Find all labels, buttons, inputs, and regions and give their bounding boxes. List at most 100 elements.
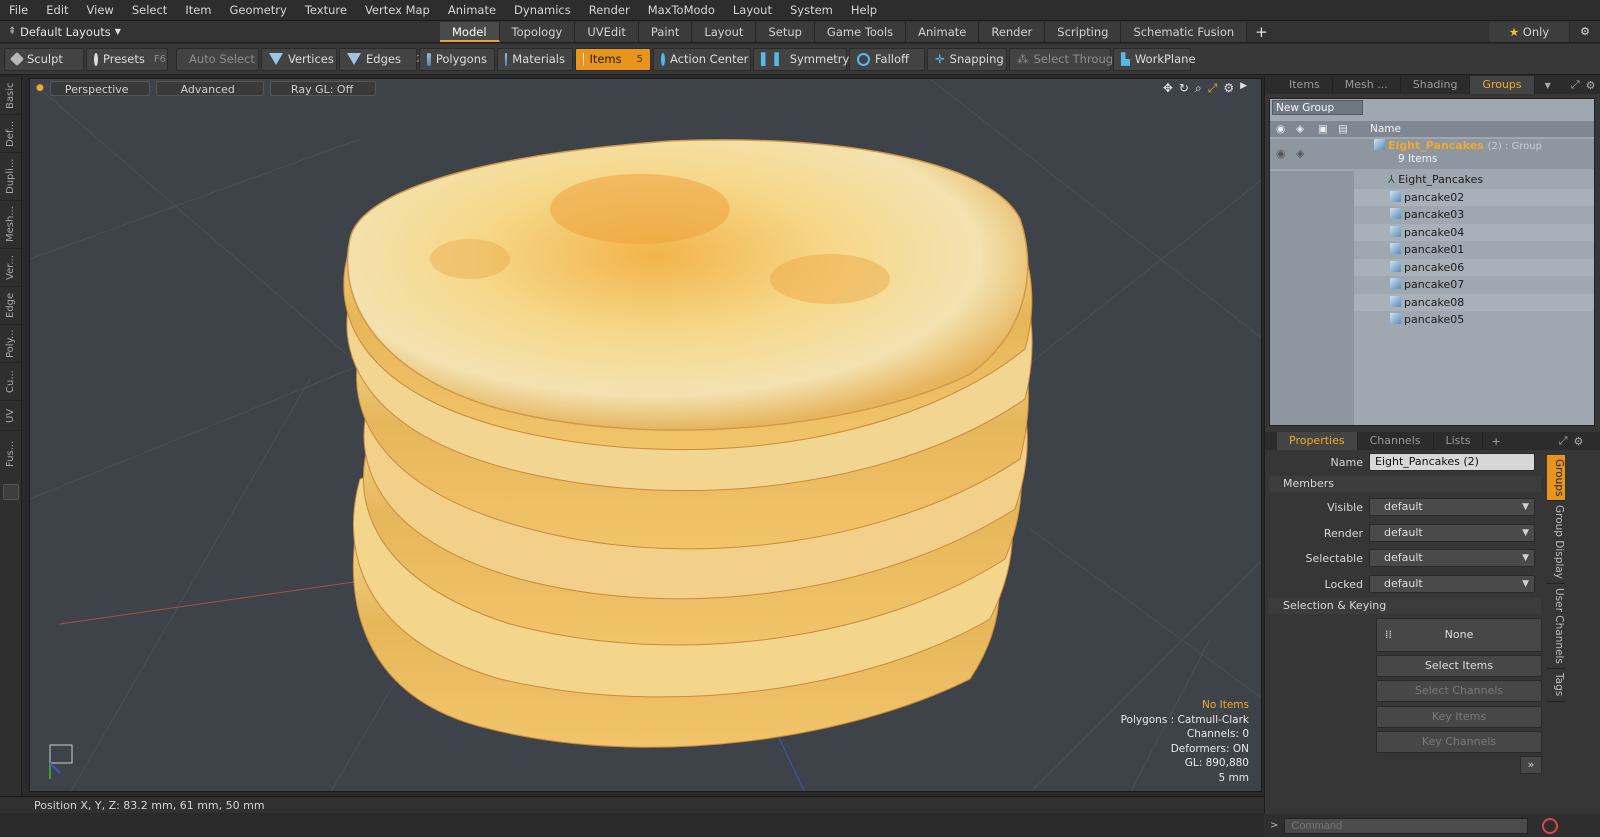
panel-gear-icon[interactable]: ⚙ <box>1586 79 1596 92</box>
tree-item[interactable]: pancake01 <box>1270 241 1594 259</box>
lefttab-vertex[interactable]: Ver... <box>0 248 22 286</box>
viewport-shading-button[interactable]: Advanced <box>155 80 264 96</box>
tab-groups[interactable]: Groups <box>1470 76 1535 94</box>
selection-keying-section[interactable]: Selection & Keying <box>1269 598 1541 614</box>
lefttab-basic[interactable]: Basic <box>0 76 22 114</box>
layout-dropdown[interactable]: Default Layouts ▼ <box>12 25 152 39</box>
menu-layout[interactable]: Layout <box>724 0 781 21</box>
sidetab-user-channels[interactable]: User Channels <box>1547 584 1565 670</box>
menu-help[interactable]: Help <box>842 0 886 21</box>
prop-maximize-icon[interactable]: ⤢ <box>1559 434 1568 448</box>
menu-render[interactable]: Render <box>580 0 639 21</box>
tree-item-locator[interactable]: ⅄ Eight_Pancakes <box>1270 171 1594 189</box>
render-column-icon[interactable]: ◈ <box>1296 121 1304 137</box>
add-tab-icon[interactable]: + <box>1247 23 1276 41</box>
tree-item[interactable]: pancake03 <box>1270 206 1594 224</box>
lefttab-uv[interactable]: UV <box>0 400 22 430</box>
prop-gear-icon[interactable]: ⚙ <box>1574 435 1584 448</box>
render-select[interactable]: default ▼ <box>1369 524 1535 542</box>
tab-scripting[interactable]: Scripting <box>1045 21 1122 42</box>
tab-topology[interactable]: Topology <box>499 21 576 42</box>
lefttab-curve[interactable]: Cu... <box>0 362 22 400</box>
pancake-stack[interactable] <box>343 139 1033 748</box>
tab-lists[interactable]: Lists <box>1434 432 1484 450</box>
sidetab-tags[interactable]: Tags <box>1547 669 1565 702</box>
group-row[interactable]: ◉ ◈ Eight_Pancakes (2) : Group 9 Items <box>1270 139 1594 169</box>
add-panel-tab-icon[interactable]: + <box>1483 435 1508 448</box>
tab-shading[interactable]: Shading <box>1401 76 1471 94</box>
visible-select[interactable]: default ▼ <box>1369 498 1535 516</box>
command-input[interactable] <box>1284 817 1529 834</box>
eye-column-icon[interactable]: ◉ <box>1276 121 1285 137</box>
tab-properties[interactable]: Properties <box>1277 432 1358 450</box>
pan-icon[interactable]: ✥ <box>1163 81 1173 96</box>
tab-items[interactable]: Items <box>1277 76 1333 94</box>
new-group-button[interactable]: New Group <box>1272 100 1364 115</box>
tab-paint[interactable]: Paint <box>638 21 693 42</box>
tree-item[interactable]: pancake04 <box>1270 223 1594 241</box>
symmetry-button[interactable]: ▌▐ Symmetry <box>753 47 849 71</box>
polygons-button[interactable]: Polygons <box>419 47 495 71</box>
lefttab-deform[interactable]: Def... <box>0 114 22 152</box>
falloff-button[interactable]: Falloff <box>849 47 925 71</box>
expand-button[interactable]: » <box>1520 756 1542 774</box>
menu-vertex-map[interactable]: Vertex Map <box>356 0 439 21</box>
tab-schematic-fusion[interactable]: Schematic Fusion <box>1121 21 1248 42</box>
group-render-icon[interactable]: ◈ <box>1296 145 1304 163</box>
sidetab-groups[interactable]: Groups <box>1547 455 1565 502</box>
selectable-select[interactable]: default ▼ <box>1369 549 1535 567</box>
snapping-button[interactable]: ✛ Snapping <box>927 47 1007 71</box>
tab-model[interactable]: Model <box>440 21 500 42</box>
tab-game-tools[interactable]: Game Tools <box>814 21 907 42</box>
menu-item[interactable]: Item <box>176 0 220 21</box>
locked-select[interactable]: default ▼ <box>1369 575 1535 593</box>
viewport-raygl-button[interactable]: Ray GL: Off <box>269 80 377 96</box>
tab-setup[interactable]: Setup <box>756 21 815 42</box>
lefttab-polygon[interactable]: Poly... <box>0 324 22 362</box>
viewport-3d[interactable]: ● Perspective Advanced Ray GL: Off ✥ ↻ ⌕… <box>29 78 1262 792</box>
fit-icon[interactable]: ⤢ <box>1208 81 1218 96</box>
tab-uvedit[interactable]: UVEdit <box>575 21 639 42</box>
menu-animate[interactable]: Animate <box>439 0 505 21</box>
menu-geometry[interactable]: Geometry <box>221 0 296 21</box>
tree-item[interactable]: pancake08 <box>1270 293 1594 311</box>
tree-item[interactable]: pancake06 <box>1270 258 1594 276</box>
presets-button[interactable]: Presets F6 <box>86 47 168 71</box>
select-through-button[interactable]: ⁂ Select Through <box>1009 47 1120 71</box>
menu-select[interactable]: Select <box>123 0 176 21</box>
key-channels-button[interactable]: Key Channels <box>1376 731 1542 753</box>
materials-button[interactable]: Materials <box>497 47 573 71</box>
menu-texture[interactable]: Texture <box>296 0 356 21</box>
lefttab-duplicate[interactable]: Dupli... <box>0 152 22 200</box>
lefttab-fusion[interactable]: Fus... <box>0 430 22 476</box>
select-column-icon[interactable]: ▤ <box>1338 121 1348 137</box>
tab-channels[interactable]: Channels <box>1358 432 1434 450</box>
lefttab-mesh[interactable]: Mesh... <box>0 200 22 248</box>
select-channels-button[interactable]: Select Channels <box>1376 680 1542 702</box>
menu-file[interactable]: File <box>0 0 37 21</box>
menu-edit[interactable]: Edit <box>37 0 77 21</box>
vertices-button[interactable]: Vertices1 <box>261 47 349 71</box>
menu-maxtomodo[interactable]: MaxToModo <box>639 0 724 21</box>
none-button[interactable]: ⁞⁞ None <box>1376 618 1542 652</box>
gear-icon[interactable]: ⚙ <box>1570 25 1600 38</box>
zoom-icon[interactable]: ⌕ <box>1195 81 1202 96</box>
edges-button[interactable]: Edges2 <box>339 47 422 71</box>
menu-system[interactable]: System <box>781 0 842 21</box>
select-items-button[interactable]: Select Items <box>1376 655 1542 677</box>
sculpt-button[interactable]: Sculpt <box>4 47 84 71</box>
workplane-button[interactable]: ▙ WorkPlane <box>1113 47 1196 71</box>
menu-view[interactable]: View <box>78 0 123 21</box>
name-field[interactable]: Eight_Pancakes (2) <box>1369 453 1535 471</box>
group-eye-icon[interactable]: ◉ <box>1276 145 1286 163</box>
lock-column-icon[interactable]: ▣ <box>1318 121 1328 137</box>
members-section[interactable]: Members <box>1269 476 1541 492</box>
auto-select-button[interactable]: Auto Select <box>176 47 259 71</box>
items-button[interactable]: Items 5 <box>575 47 651 71</box>
sidetab-group-display[interactable]: Group Display <box>1547 501 1565 585</box>
viewport-gear-icon[interactable]: ⚙ <box>1223 81 1234 96</box>
tree-item[interactable]: pancake02 <box>1270 188 1594 206</box>
tab-render[interactable]: Render <box>979 21 1046 42</box>
tab-mesh[interactable]: Mesh ... <box>1333 76 1401 94</box>
pin-icon[interactable]: ⇞ <box>0 26 16 37</box>
